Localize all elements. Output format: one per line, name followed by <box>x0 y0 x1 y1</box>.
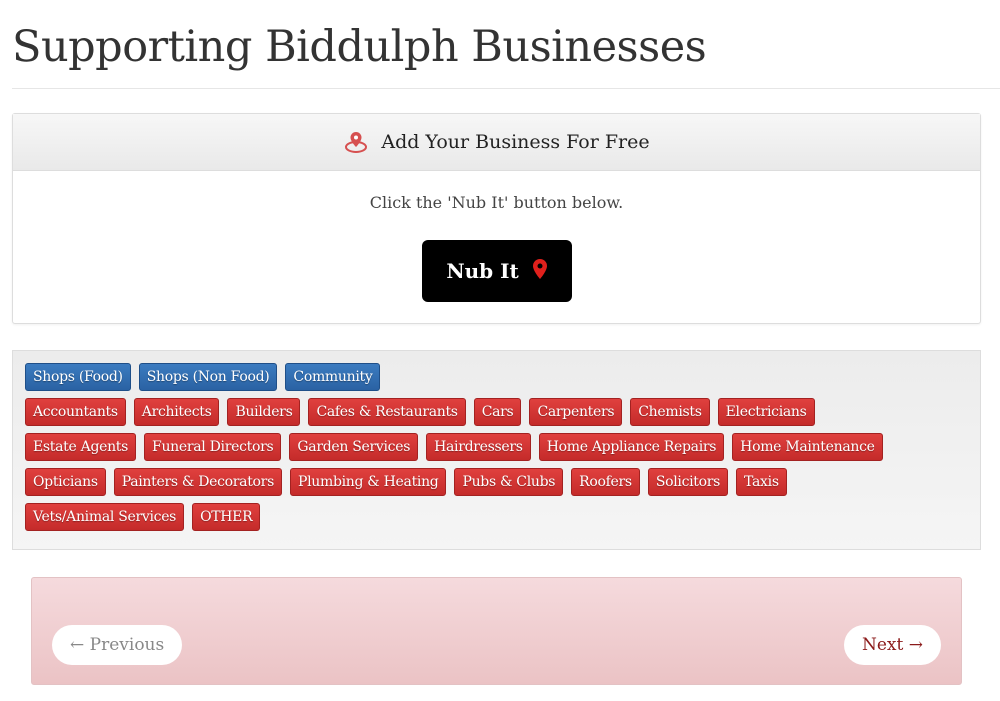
category-panel: Shops (Food) Shops (Non Food) Community … <box>12 350 981 550</box>
category-electricians[interactable]: Electricians <box>717 398 815 426</box>
category-plumbing-heating[interactable]: Plumbing & Heating <box>289 468 447 496</box>
category-chemists[interactable]: Chemists <box>630 398 710 426</box>
category-architects[interactable]: Architects <box>133 398 220 426</box>
category-carpenters[interactable]: Carpenters <box>529 398 623 426</box>
add-business-hint: Click the 'Nub It' button below. <box>369 193 624 212</box>
category-vets-animal-services[interactable]: Vets/Animal Services <box>25 503 185 531</box>
category-home-maintenance[interactable]: Home Maintenance <box>732 433 883 461</box>
category-funeral-directors[interactable]: Funeral Directors <box>144 433 282 461</box>
category-estate-agents[interactable]: Estate Agents <box>25 433 137 461</box>
category-painters-decorators[interactable]: Painters & Decorators <box>113 468 282 496</box>
category-row: Estate Agents Funeral Directors Garden S… <box>25 433 980 461</box>
nub-it-label: Nub It <box>446 259 519 283</box>
category-hairdressers[interactable]: Hairdressers <box>426 433 531 461</box>
category-builders[interactable]: Builders <box>227 398 301 426</box>
category-accountants[interactable]: Accountants <box>25 398 126 426</box>
map-pin-icon <box>343 130 369 154</box>
category-community[interactable]: Community <box>285 363 381 391</box>
category-row: Vets/Animal Services OTHER <box>25 503 980 531</box>
category-solicitors[interactable]: Solicitors <box>647 468 729 496</box>
nub-it-button[interactable]: Nub It <box>421 240 572 302</box>
category-roofers[interactable]: Roofers <box>571 468 640 496</box>
page-title: Supporting Biddulph Businesses <box>12 22 707 72</box>
category-shops-non-food[interactable]: Shops (Non Food) <box>138 363 278 391</box>
primary-category-row: Shops (Food) Shops (Non Food) Community <box>25 363 980 391</box>
category-cafes-restaurants[interactable]: Cafes & Restaurants <box>308 398 466 426</box>
title-divider <box>12 88 1000 89</box>
add-business-header: Add Your Business For Free <box>13 114 980 171</box>
category-other[interactable]: OTHER <box>192 503 261 531</box>
category-shops-food[interactable]: Shops (Food) <box>25 363 131 391</box>
category-opticians[interactable]: Opticians <box>25 468 106 496</box>
category-cars[interactable]: Cars <box>473 398 522 426</box>
category-taxis[interactable]: Taxis <box>736 468 787 496</box>
add-business-panel: Add Your Business For Free Click the 'Nu… <box>12 113 981 324</box>
previous-button[interactable]: ← Previous <box>52 625 183 665</box>
map-marker-icon <box>532 258 547 284</box>
category-row: Accountants Architects Builders Cafes & … <box>25 398 980 426</box>
pagination-bar: ← Previous Next → <box>31 577 962 685</box>
category-garden-services[interactable]: Garden Services <box>289 433 419 461</box>
next-button[interactable]: Next → <box>843 625 941 665</box>
category-pubs-clubs[interactable]: Pubs & Clubs <box>454 468 564 496</box>
category-row: Opticians Painters & Decorators Plumbing… <box>25 468 980 496</box>
add-business-heading: Add Your Business For Free <box>381 131 650 153</box>
category-home-appliance-repairs[interactable]: Home Appliance Repairs <box>538 433 725 461</box>
